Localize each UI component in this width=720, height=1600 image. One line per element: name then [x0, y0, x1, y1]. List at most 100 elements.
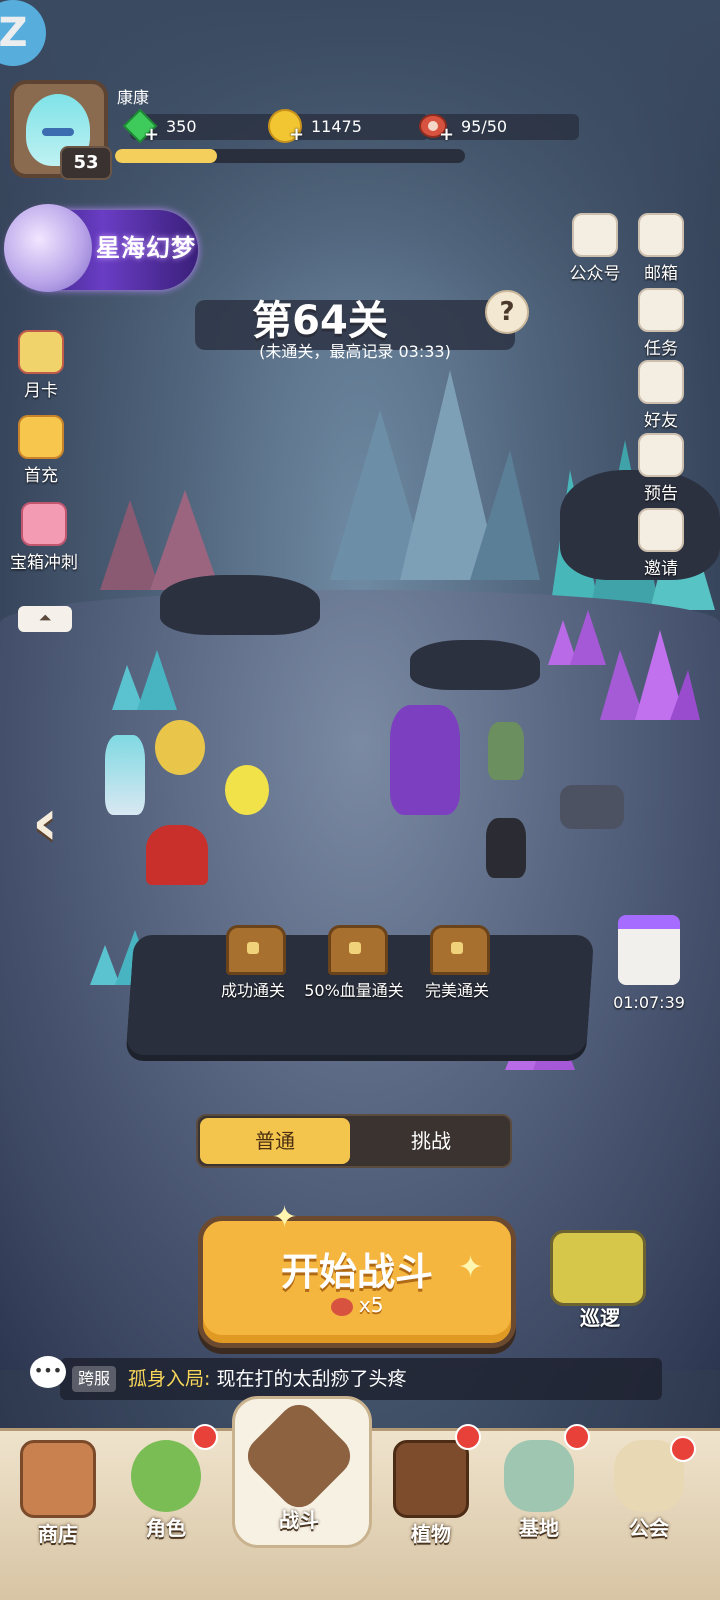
month-card-label: 月卡 — [24, 381, 58, 401]
nav-base-label: 基地 — [519, 1516, 559, 1540]
nav-battle-label: 战斗 — [279, 1508, 319, 1532]
character-badge — [192, 1424, 218, 1450]
event-banner-title: 星海幻梦 — [96, 234, 196, 262]
nav-battle[interactable]: 战斗 — [239, 1396, 359, 1532]
month-card-button[interactable]: 月卡 — [6, 330, 76, 401]
rock — [410, 640, 540, 690]
coin-value: 11475 — [311, 117, 362, 136]
invite-button[interactable]: 邀请 — [633, 508, 689, 579]
first-recharge-gift-icon — [18, 415, 64, 459]
game-screen: Z 53 康康 + 350 + 11475 + 95/50 星海幻梦 第64关 … — [0, 0, 720, 1600]
preview-button[interactable]: 预告 — [633, 433, 689, 504]
dark-goblin-enemy — [486, 818, 526, 878]
mode-challenge-tab[interactable]: 挑战 — [356, 1118, 506, 1164]
chest-icon[interactable] — [430, 925, 490, 975]
start-battle-cost: x5 — [203, 1293, 511, 1317]
plant-turret-icon — [155, 720, 205, 775]
public-account-button[interactable]: 公众号 — [562, 213, 628, 284]
chat-bubble-icon[interactable]: ••• — [30, 1356, 66, 1388]
first-recharge-button[interactable]: 首充 — [6, 415, 76, 486]
battle-icon — [239, 1396, 359, 1516]
hooded-boss-enemy — [390, 705, 460, 815]
timed-gift-button[interactable]: 01:07:39 — [612, 915, 686, 1012]
gem-value: 350 — [166, 117, 197, 136]
chest-icon[interactable] — [328, 925, 388, 975]
collapse-menu-button[interactable]: ⏶ — [18, 606, 72, 632]
chevron-left-icon[interactable]: ‹ — [32, 790, 88, 856]
avatar-eyes — [42, 128, 74, 136]
add-gems-icon: + — [144, 124, 160, 145]
character-icon — [131, 1440, 201, 1512]
friends-label: 好友 — [644, 411, 678, 431]
friends-button[interactable]: 好友 — [633, 360, 689, 431]
chat-text: 现在打的太刮痧了头疼 — [210, 1368, 407, 1390]
reward-label-perfect: 完美通关 — [424, 981, 489, 1000]
plant-book-icon — [393, 1440, 469, 1518]
gift-box-icon — [618, 915, 680, 985]
public-account-label: 公众号 — [569, 264, 621, 284]
reward-label-clear: 成功通关 — [220, 981, 285, 1000]
nav-shop[interactable]: 商店 — [3, 1432, 113, 1546]
mode-normal-tab[interactable]: 普通 — [200, 1118, 350, 1164]
sparkle-icon: ✦ — [272, 1200, 298, 1235]
red-pot-plant-icon — [146, 825, 208, 885]
nav-shop-label: 商店 — [38, 1522, 78, 1546]
guild-badge — [670, 1436, 696, 1462]
nav-plant-label: 植物 — [411, 1522, 451, 1546]
nav-guild-label: 公会 — [629, 1516, 669, 1540]
purple-crystal-icon — [600, 630, 700, 720]
add-coins-icon: + — [289, 124, 305, 145]
teal-crystal-icon — [112, 650, 177, 710]
base-island-icon — [504, 1440, 574, 1512]
player-level-badge: 53 — [60, 146, 112, 180]
patrol-button[interactable]: 巡逻 — [530, 1210, 670, 1330]
invite-label: 邀请 — [644, 559, 678, 579]
lemon-plant-icon — [225, 765, 269, 815]
add-stamina-icon: + — [439, 124, 455, 145]
invite-icon — [638, 508, 684, 552]
event-banner[interactable]: 星海幻梦 — [4, 204, 198, 292]
gem-counter[interactable]: + 350 — [122, 108, 278, 144]
stage-record: (未通关，最高记录 03:33) — [259, 342, 451, 361]
purple-crystal-icon — [548, 610, 606, 665]
mode-toggle: 普通 挑战 — [196, 1114, 512, 1168]
first-recharge-label: 首充 — [24, 466, 58, 486]
preview-icon — [638, 433, 684, 477]
base-badge — [564, 1424, 590, 1450]
reward-label-half-hp: 50%血量通关 — [304, 981, 404, 1000]
preview-label: 预告 — [644, 484, 678, 504]
rock — [160, 575, 320, 635]
sparkle-icon: ✦ — [458, 1250, 484, 1285]
plant-badge — [455, 1424, 481, 1450]
stamina-counter[interactable]: + 95/50 — [419, 114, 579, 144]
chat-message: 孤身入局: 现在打的太刮痧了头疼 — [128, 1366, 406, 1392]
quest-button[interactable]: 任务 — [633, 288, 689, 359]
crystal-cluster-icon — [330, 370, 540, 580]
start-battle-cost-value: x5 — [358, 1293, 384, 1317]
mailbox-label: 邮箱 — [644, 264, 678, 284]
patrol-tank-icon — [550, 1230, 646, 1306]
chat-channel-tag: 跨服 — [72, 1366, 117, 1392]
nav-character-label: 角色 — [146, 1516, 186, 1540]
shop-icon — [20, 1440, 96, 1518]
chest-icon[interactable] — [226, 925, 286, 975]
coin-counter[interactable]: + 11475 — [268, 109, 429, 144]
event-crystal-icon — [4, 204, 92, 292]
xp-progress-bar — [115, 149, 465, 163]
mailbox-icon — [638, 213, 684, 257]
treasure-sprint-icon — [21, 502, 67, 546]
meat-stamina-icon — [330, 1297, 353, 1316]
stamina-value: 95/50 — [461, 117, 508, 136]
treasure-sprint-label: 宝箱冲刺 — [10, 553, 78, 573]
chat-sender: 孤身入局: — [128, 1368, 211, 1390]
patrol-label: 巡逻 — [580, 1306, 620, 1330]
gift-timer: 01:07:39 — [613, 993, 685, 1012]
hero-character — [105, 735, 145, 815]
quest-label: 任务 — [644, 339, 678, 359]
friends-icon — [638, 360, 684, 404]
treasure-sprint-button[interactable]: 宝箱冲刺 — [0, 502, 88, 573]
mailbox-button[interactable]: 邮箱 — [633, 213, 689, 284]
public-account-icon — [572, 213, 618, 257]
stage-help-button[interactable]: ? — [485, 290, 529, 334]
quest-icon — [638, 288, 684, 332]
